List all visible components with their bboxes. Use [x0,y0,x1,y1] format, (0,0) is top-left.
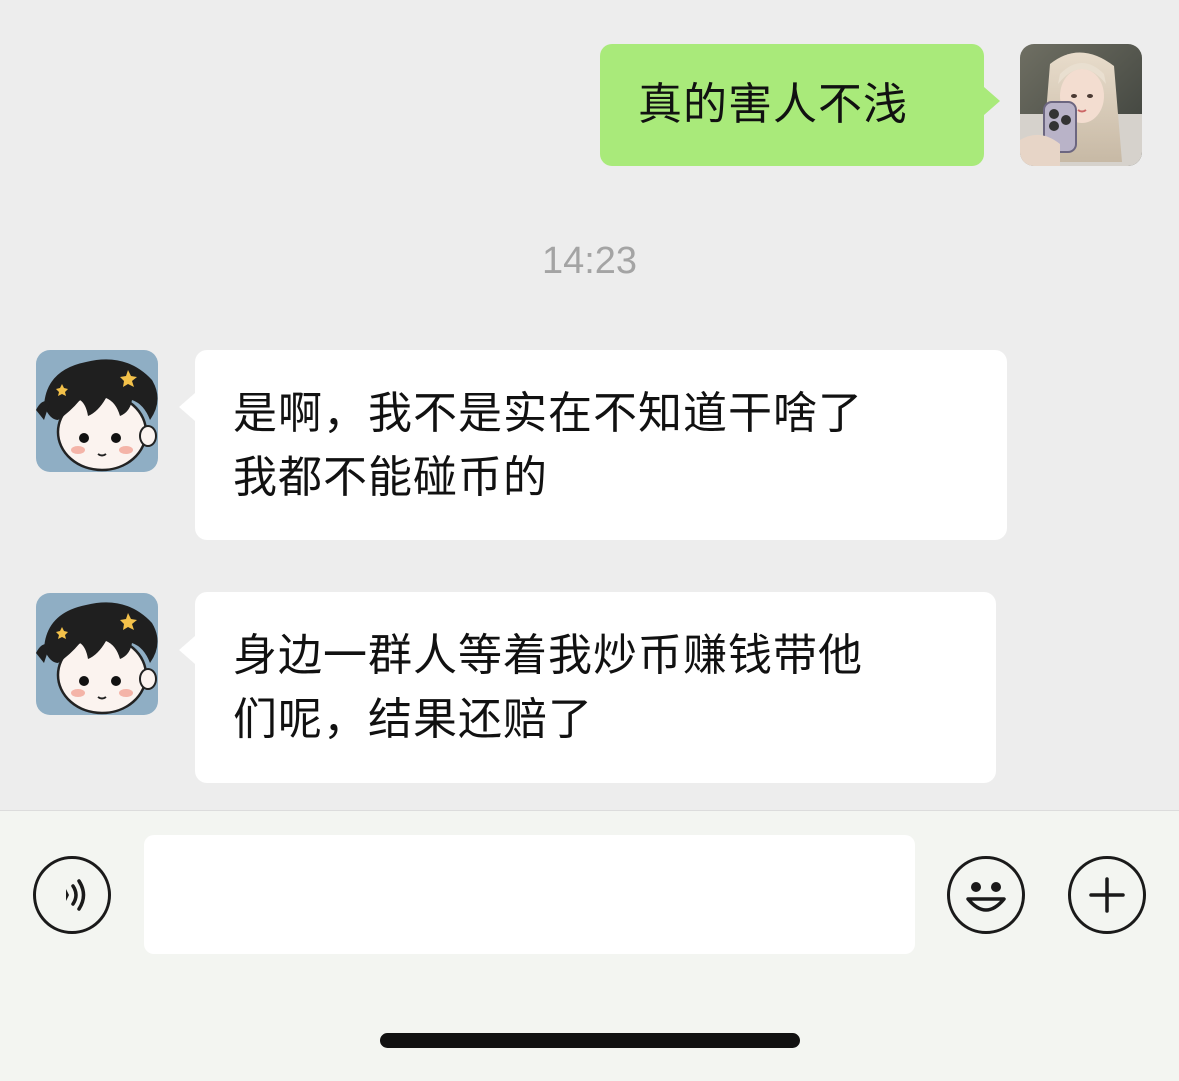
voice-button[interactable] [33,856,111,934]
message-text: 真的害人不浅 [638,79,908,130]
message-input[interactable] [144,835,915,954]
message-text-line: 们呢，结果还赔了 [233,694,593,745]
home-indicator[interactable] [380,1033,800,1048]
plus-icon [1089,877,1125,913]
message-bubble-sent[interactable]: 真的害人不浅 [600,44,984,166]
friend-avatar-image [36,593,158,715]
chat-area: 真的害人不浅 14:23 是啊，我不是实在不知道干啥了 我都不能碰币的 身边一群… [0,0,1179,810]
message-text-line: 身边一群人等着我炒币赚钱带他 [233,630,863,681]
bubble-tail [179,636,195,664]
bubble-tail [984,87,1000,115]
voice-icon [66,879,86,911]
message-timestamp: 14:23 [541,240,638,282]
plus-button[interactable] [1068,856,1146,934]
message-bubble-received[interactable]: 身边一群人等着我炒币赚钱带他 们呢，结果还赔了 [195,592,996,783]
message-text-line: 是啊，我不是实在不知道干啥了 [233,388,863,439]
friend-avatar[interactable] [36,350,158,472]
message-bubble-received[interactable]: 是啊，我不是实在不知道干啥了 我都不能碰币的 [195,350,1007,540]
bubble-tail [179,393,195,421]
my-avatar-image [1020,44,1142,166]
friend-avatar[interactable] [36,593,158,715]
friend-avatar-image [36,350,158,472]
my-avatar[interactable] [1020,44,1142,166]
message-text-line: 我都不能碰币的 [233,452,548,503]
emoji-button[interactable] [947,856,1025,934]
emoji-icon [966,882,1006,912]
